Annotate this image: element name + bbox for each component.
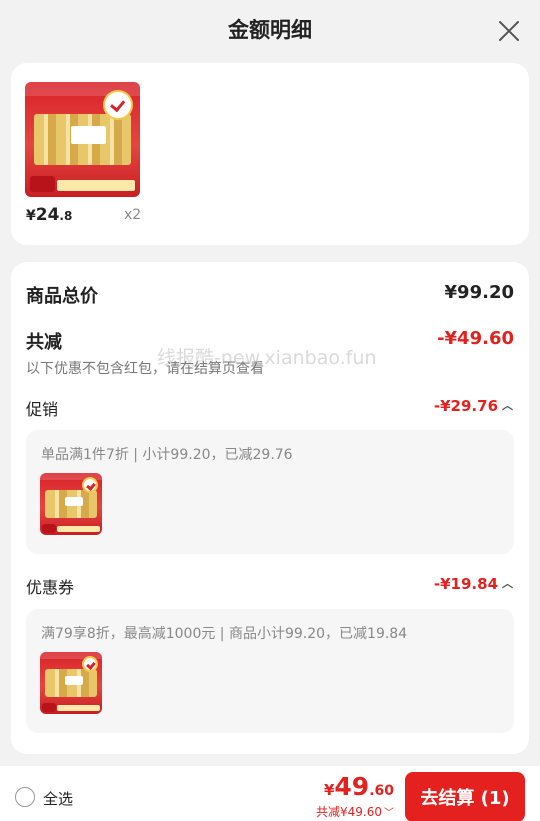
coupon-detail: 满79享8折，最高减1000元 | 商品小计99.20，已减19.84 (41, 626, 408, 642)
coupon-detail-box: 满79享8折，最高减1000元 | 商品小计99.20，已减19.84 (26, 609, 514, 733)
price-detail-card: 商品总价 ¥99.20 共减 -¥49.60 以下优惠不包含红包，请在结算页查看… (11, 262, 529, 754)
coupon-product-image (40, 652, 102, 714)
page-title: 金额明细 (228, 18, 312, 42)
payable-total: ¥49.60 (323, 772, 394, 801)
product-image[interactable] (25, 82, 140, 197)
discount-note: 以下优惠不包含红包，请在结算页查看 (26, 361, 264, 377)
coupon-label: 优惠券 (26, 578, 75, 597)
header: 金额明细 (0, 0, 540, 60)
product-quantity: x2 (124, 207, 142, 223)
chevron-up-icon: ︿ (502, 399, 513, 412)
promotion-detail-box: 单品满1件7折 | 小计99.20，已减29.76 (26, 430, 514, 554)
chevron-down-icon: ﹀ (384, 808, 394, 819)
promotion-value: -¥29.76 (433, 397, 498, 415)
select-all-radio[interactable] (15, 787, 35, 807)
coupon-toggle[interactable]: -¥19.84 ︿ (434, 575, 513, 593)
select-all-label[interactable]: 全选 (43, 788, 73, 809)
footer-discount[interactable]: 共减¥49.60 ﹀ (316, 803, 394, 820)
coupon-value: -¥19.84 (433, 575, 498, 593)
product-card: ¥24.8 x2 (11, 63, 529, 245)
total-price-label: 商品总价 (26, 286, 98, 307)
close-icon[interactable] (498, 20, 520, 42)
total-discount-value: -¥49.60 (437, 328, 514, 349)
promotion-product-image (40, 473, 102, 535)
bottom-bar: 全选 ¥49.60 共减¥49.60 ﹀ 去结算 (1) (0, 766, 540, 821)
total-discount-label: 共减 (26, 332, 62, 353)
total-price-value: ¥99.20 (444, 282, 514, 303)
checkout-button[interactable]: 去结算 (1) (405, 772, 525, 821)
product-price: ¥24.8 (26, 205, 73, 225)
promotion-label: 促销 (26, 400, 59, 419)
promotion-toggle[interactable]: -¥29.76 ︿ (434, 397, 513, 415)
promotion-detail: 单品满1件7折 | 小计99.20，已减29.76 (41, 447, 293, 463)
chevron-up-icon: ︿ (502, 577, 513, 590)
